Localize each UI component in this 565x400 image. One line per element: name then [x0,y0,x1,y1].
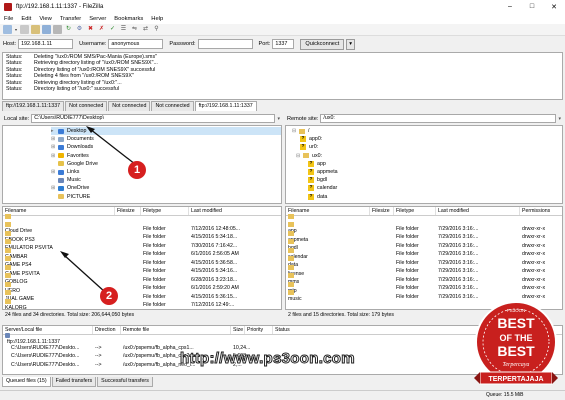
badge-text-4: TERPERTAJAJA [488,376,543,383]
badge-text-2: OF THE [500,333,533,343]
callout-2: 2 [100,287,118,305]
badge-text-1: BEST [497,315,535,331]
badge-graphic: BEST OF THE BEST TERPERTAJAJA PS3OON Ter… [474,301,558,385]
arrow-2-line [63,254,106,293]
best-of-the-best-badge: BEST OF THE BEST TERPERTAJAJA PS3OON Ter… [470,298,562,398]
badge-text-5: PS3OON [507,308,526,313]
badge-text-6: Terpercaya [503,362,530,368]
watermark: http://www.ps3oon.com [180,350,356,368]
callout-1: 1 [128,161,146,179]
badge-text-3: BEST [497,343,535,359]
arrow-2-head [60,251,69,258]
